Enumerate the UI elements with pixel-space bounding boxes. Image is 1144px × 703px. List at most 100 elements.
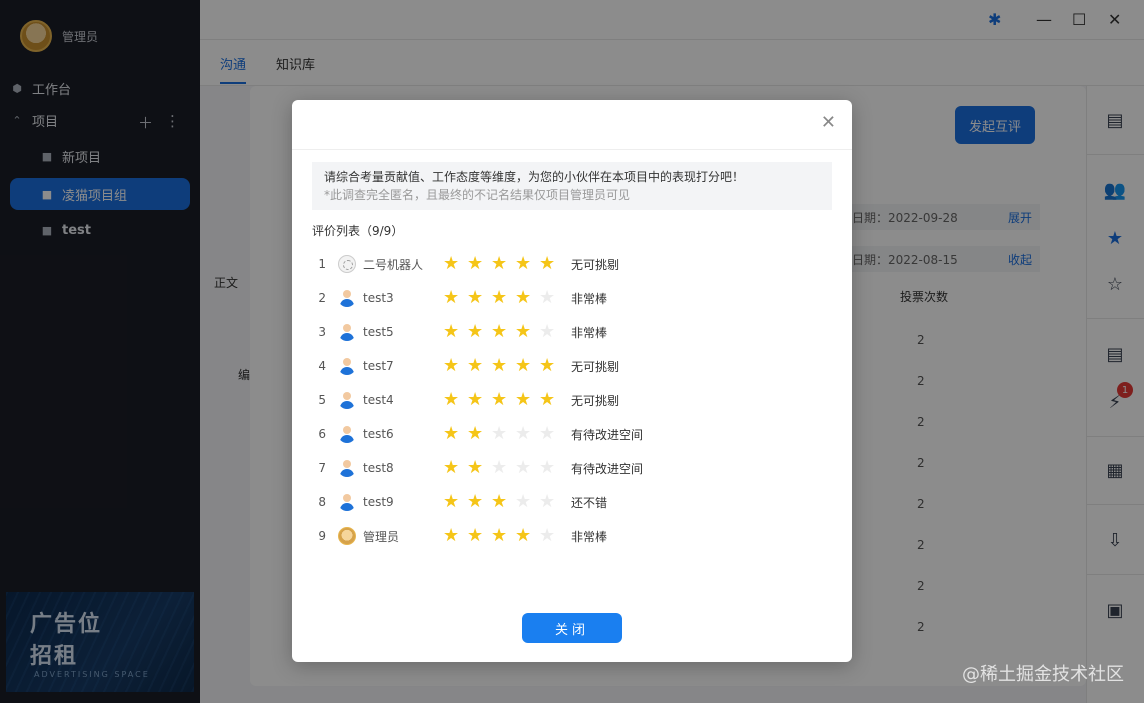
row-index: 9 [318,529,326,543]
row-index: 4 [318,359,326,373]
star-icon[interactable]: ★ [467,425,485,443]
rating-comment: 无可挑剔 [571,257,620,272]
star-icon[interactable]: ★ [443,357,461,375]
star-icon[interactable]: ★ [539,425,557,443]
star-icon[interactable]: ★ [491,289,509,307]
member-name: test9 [363,495,394,509]
star-rating[interactable]: ★ ★ ★ ★ ★ [443,493,569,511]
star-icon[interactable]: ★ [539,323,557,341]
rating-comment: 非常棒 [571,529,608,544]
star-icon[interactable]: ★ [467,323,485,341]
star-icon[interactable]: ★ [491,391,509,409]
list-item: 6 test6 ★ ★ ★ ★ ★ 有待改进空间 [312,421,832,447]
star-icon[interactable]: ★ [467,493,485,511]
star-icon[interactable]: ★ [539,255,557,273]
rating-comment: 有待改进空间 [571,427,644,442]
star-rating[interactable]: ★ ★ ★ ★ ★ [443,391,569,409]
star-icon[interactable]: ★ [491,527,509,545]
member-name: test8 [363,461,394,475]
star-icon[interactable]: ★ [539,493,557,511]
star-icon[interactable]: ★ [491,323,509,341]
star-icon[interactable]: ★ [515,459,533,477]
rating-comment: 无可挑剔 [571,393,620,408]
rating-modal: ✕ 请综合考量贡献值、工作态度等维度，为您的小伙伴在本项目中的表现打分吧！ *此… [292,100,852,662]
star-icon[interactable]: ★ [491,357,509,375]
star-rating[interactable]: ★ ★ ★ ★ ★ [443,357,569,375]
row-index: 2 [318,291,326,305]
star-icon[interactable]: ★ [467,357,485,375]
star-icon[interactable]: ★ [515,289,533,307]
star-icon[interactable]: ★ [467,459,485,477]
star-rating[interactable]: ★ ★ ★ ★ ★ [443,459,569,477]
list-title: 评价列表（9/9） [312,224,404,238]
member-name: test3 [363,291,394,305]
row-index: 7 [318,461,326,475]
star-icon[interactable]: ★ [467,255,485,273]
row-index: 6 [318,427,326,441]
avatar [338,289,356,307]
star-icon[interactable]: ★ [443,425,461,443]
member-name: test5 [363,325,394,339]
star-rating[interactable]: ★ ★ ★ ★ ★ [443,289,569,307]
star-icon[interactable]: ★ [491,459,509,477]
star-icon[interactable]: ★ [491,255,509,273]
star-rating[interactable]: ★ ★ ★ ★ ★ [443,323,569,341]
rating-comment: 有待改进空间 [571,461,644,476]
star-icon[interactable]: ★ [515,391,533,409]
modal-header: ✕ [292,100,852,150]
star-icon[interactable]: ★ [443,391,461,409]
star-icon[interactable]: ★ [515,255,533,273]
row-index: 5 [318,393,326,407]
rating-comment: 非常棒 [571,291,608,306]
star-icon[interactable]: ★ [515,493,533,511]
star-icon[interactable]: ★ [515,323,533,341]
star-rating[interactable]: ★ ★ ★ ★ ★ [443,425,569,443]
list-item: 5 test4 ★ ★ ★ ★ ★ 无可挑剔 [312,387,832,413]
star-icon[interactable]: ★ [491,425,509,443]
star-icon[interactable]: ★ [515,425,533,443]
row-index: 3 [318,325,326,339]
list-item: 3 test5 ★ ★ ★ ★ ★ 非常棒 [312,319,832,345]
rating-comment: 非常棒 [571,325,608,340]
star-icon[interactable]: ★ [443,289,461,307]
member-name: 二号机器人 [363,257,424,272]
star-icon[interactable]: ★ [443,493,461,511]
list-item: 7 test8 ★ ★ ★ ★ ★ 有待改进空间 [312,455,832,481]
list-item: 9 管理员 ★ ★ ★ ★ ★ 非常棒 [312,523,832,549]
list-item: 4 test7 ★ ★ ★ ★ ★ 无可挑剔 [312,353,832,379]
row-index: 8 [318,495,326,509]
member-name: test4 [363,393,394,407]
star-icon[interactable]: ★ [539,357,557,375]
avatar [338,459,356,477]
list-item: 2 test3 ★ ★ ★ ★ ★ 非常棒 [312,285,832,311]
anonymous-note: *此调查完全匿名，且最终的不记名结果仅项目管理员可见 [324,188,631,202]
star-icon[interactable]: ★ [443,323,461,341]
avatar [338,357,356,375]
list-item: 1 二号机器人 ★ ★ ★ ★ ★ 无可挑剔 [312,251,832,277]
star-icon[interactable]: ★ [539,459,557,477]
close-icon[interactable]: ✕ [821,113,836,133]
star-icon[interactable]: ★ [467,391,485,409]
avatar [338,527,356,545]
member-name: 管理员 [363,529,400,544]
watermark: @稀土掘金技术社区 [962,664,1124,685]
star-icon[interactable]: ★ [539,391,557,409]
row-index: 1 [318,257,326,271]
close-button[interactable]: 关闭 [522,613,622,643]
star-icon[interactable]: ★ [443,527,461,545]
star-icon[interactable]: ★ [491,493,509,511]
star-icon[interactable]: ★ [443,255,461,273]
star-icon[interactable]: ★ [467,527,485,545]
avatar [338,323,356,341]
star-icon[interactable]: ★ [539,289,557,307]
member-name: test7 [363,359,394,373]
star-icon[interactable]: ★ [515,527,533,545]
star-icon[interactable]: ★ [539,527,557,545]
star-rating[interactable]: ★ ★ ★ ★ ★ [443,527,569,545]
avatar [338,493,356,511]
star-icon[interactable]: ★ [443,459,461,477]
star-icon[interactable]: ★ [515,357,533,375]
star-icon[interactable]: ★ [467,289,485,307]
star-rating[interactable]: ★ ★ ★ ★ ★ [443,255,569,273]
member-name: test6 [363,427,394,441]
